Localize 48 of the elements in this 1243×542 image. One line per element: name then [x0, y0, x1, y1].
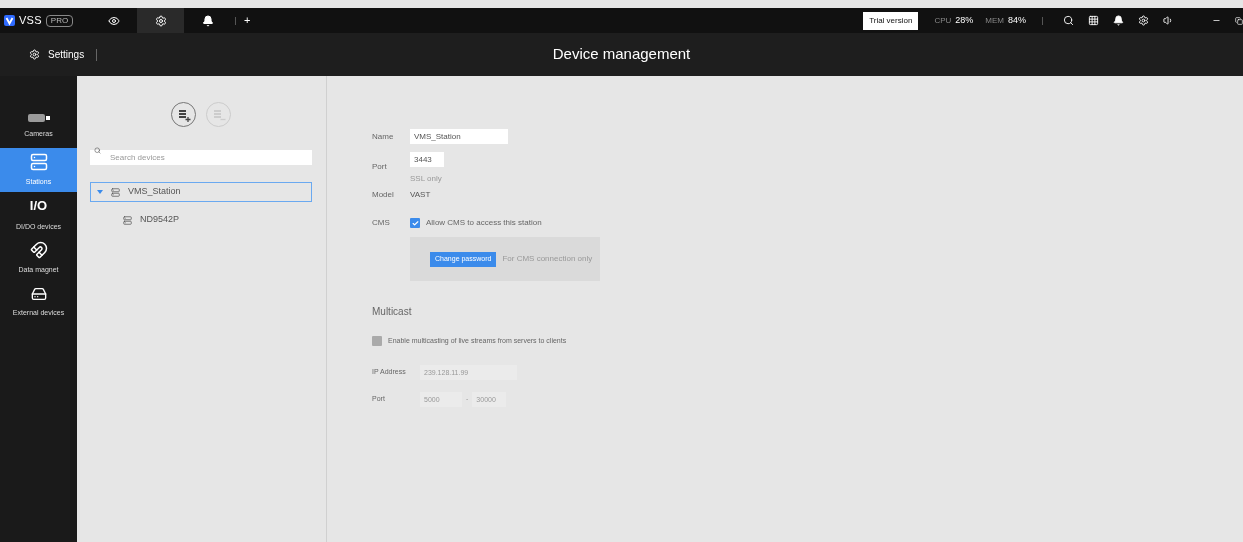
bell-icon[interactable] — [1113, 15, 1124, 26]
tree-item[interactable]: ND9542P — [90, 210, 312, 230]
caret-icon[interactable] — [97, 189, 103, 195]
server-remove-icon — [211, 107, 226, 122]
eye-icon — [107, 14, 120, 27]
camera-icon — [27, 112, 50, 123]
checkbox-label: Allow CMS to access this station — [426, 217, 542, 229]
cms-checkbox[interactable] — [410, 218, 420, 228]
field-label: CMS — [372, 217, 391, 229]
search-field[interactable]: Search devices — [90, 150, 312, 165]
logo-text: VSS — [19, 13, 42, 29]
name-field[interactable]: VMS_Station — [410, 129, 508, 144]
server-icon — [123, 215, 132, 225]
server-icon — [29, 152, 48, 171]
search-icon[interactable] — [1063, 15, 1074, 26]
settings-icon — [154, 14, 167, 27]
multicast-heading: Multicast — [372, 305, 412, 319]
search-icon — [94, 147, 101, 154]
cpu-label: CPU — [934, 14, 952, 27]
section-title: Settings — [48, 48, 85, 62]
field-label: Name — [372, 130, 395, 143]
server-add-icon — [176, 107, 191, 122]
trial-badge: Trial version — [863, 11, 919, 30]
edition-badge: PRO — [45, 14, 74, 27]
settings-icon[interactable] — [1138, 15, 1149, 26]
page-title: Device management — [552, 44, 691, 65]
mem-reading: 84% — [1008, 13, 1026, 27]
hint-text: SSL only — [410, 173, 443, 185]
model-value: VAST — [410, 189, 432, 201]
grid-icon[interactable] — [1088, 15, 1099, 26]
settings-icon — [29, 49, 40, 60]
io-icon: I/O — [29, 196, 48, 216]
port-field[interactable]: 3443 — [410, 152, 444, 167]
speaker-icon[interactable] — [1163, 15, 1174, 26]
add-tab-button[interactable]: + — [236, 12, 259, 29]
mem-label: MEM — [985, 14, 1004, 27]
field-label: Model — [372, 189, 395, 201]
multicast-checkbox[interactable] — [372, 336, 382, 347]
magnet-icon — [29, 240, 48, 259]
tree-item[interactable]: VMS_Station — [90, 182, 312, 202]
field-label: Port — [372, 160, 388, 173]
restore-icon[interactable] — [1235, 16, 1243, 25]
drive-icon — [30, 285, 47, 302]
server-icon — [111, 187, 120, 197]
cpu-reading: 28% — [955, 13, 974, 27]
bell-icon — [201, 14, 214, 27]
logo-icon — [4, 15, 15, 26]
nav-tab[interactable] — [137, 8, 184, 33]
